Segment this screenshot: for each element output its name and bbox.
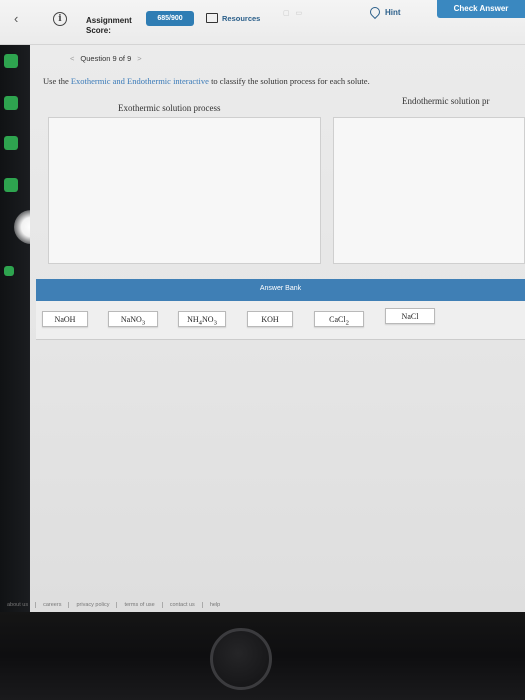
question-counter: Question 9 of 9 <box>80 54 132 63</box>
app-icon-green-5 <box>4 266 14 276</box>
app-icon-green-1 <box>4 54 18 68</box>
question-instruction: Use the Exothermic and Endothermic inter… <box>43 76 370 86</box>
assignment-score-label: Assignment Score: <box>86 16 132 36</box>
hint-label: Hint <box>385 7 401 17</box>
resources-label: Resources <box>222 13 261 23</box>
chip-subscript: 3 <box>141 319 146 327</box>
hint-button[interactable]: Hint <box>367 4 401 20</box>
assignment-label: Assignment <box>86 16 132 25</box>
score-badge: 685/900 <box>146 11 194 26</box>
chip-formula: NH <box>187 315 199 324</box>
next-question-button[interactable]: > <box>137 54 141 63</box>
home-button[interactable] <box>210 628 272 690</box>
answer-bank-header: Answer Bank <box>36 279 525 301</box>
footer-link-contact[interactable]: contact us <box>163 602 203 608</box>
endothermic-drop-zone[interactable] <box>333 117 525 264</box>
chip-formula: NaOH <box>54 315 76 324</box>
prev-question-button[interactable]: < <box>70 54 74 63</box>
answer-chip-naoh[interactable]: NaOH <box>42 311 88 327</box>
instruction-suffix: to classify the solution process for eac… <box>208 76 370 86</box>
exothermic-column-title: Exothermic solution process <box>118 103 221 113</box>
footer-links: about us careers privacy policy terms of… <box>0 598 525 612</box>
instruction-prefix: Use the <box>43 76 71 86</box>
chip-formula: CaCl <box>329 315 346 324</box>
lightbulb-icon <box>367 4 383 20</box>
faint-toolbar-buttons: ▢ ▭ <box>283 10 303 17</box>
answer-chip-nano3[interactable]: NaNO3 <box>108 311 158 327</box>
resources-button[interactable]: Resources <box>206 10 260 26</box>
question-navigation: < Question 9 of 9 > <box>70 54 142 63</box>
folder-icon <box>206 13 218 23</box>
endothermic-column-title: Endothermic solution pr <box>402 96 490 106</box>
answer-chip-cacl2[interactable]: CaCl2 <box>314 311 364 327</box>
chip-formula: NaCl <box>401 312 419 321</box>
answer-chip-nacl[interactable]: NaCl <box>385 308 435 324</box>
chip-subscript-2: 3 <box>213 319 217 327</box>
chip-formula: KOH <box>261 315 279 324</box>
footer-link-about[interactable]: about us <box>0 602 37 608</box>
answer-chip-nh4no3[interactable]: NH4NO3 <box>178 311 226 327</box>
app-icon-green-2 <box>4 96 18 110</box>
info-icon[interactable]: i <box>53 12 67 26</box>
chip-formula-rest: NO <box>202 315 214 324</box>
footer-link-careers[interactable]: careers <box>36 602 70 608</box>
chip-formula: NaNO <box>120 315 142 324</box>
app-icon-green-4 <box>4 178 18 192</box>
answer-chip-koh[interactable]: KOH <box>247 311 293 327</box>
footer-link-help[interactable]: help <box>203 602 227 608</box>
footer-link-terms[interactable]: terms of use <box>117 602 163 608</box>
assignment-header: ‹ i Assignment Score: 685/900 Resources … <box>0 0 525 45</box>
chevron-left-icon[interactable]: ‹ <box>14 11 18 26</box>
chip-subscript: 2 <box>345 319 349 327</box>
interactive-link[interactable]: Exothermic and Endothermic interactive <box>71 76 209 86</box>
score-label: Score: <box>86 26 111 35</box>
footer-link-privacy[interactable]: privacy policy <box>69 602 118 608</box>
exothermic-drop-zone[interactable] <box>48 117 321 264</box>
app-icon-green-3 <box>4 136 18 150</box>
check-answer-button[interactable]: Check Answer <box>437 0 525 18</box>
